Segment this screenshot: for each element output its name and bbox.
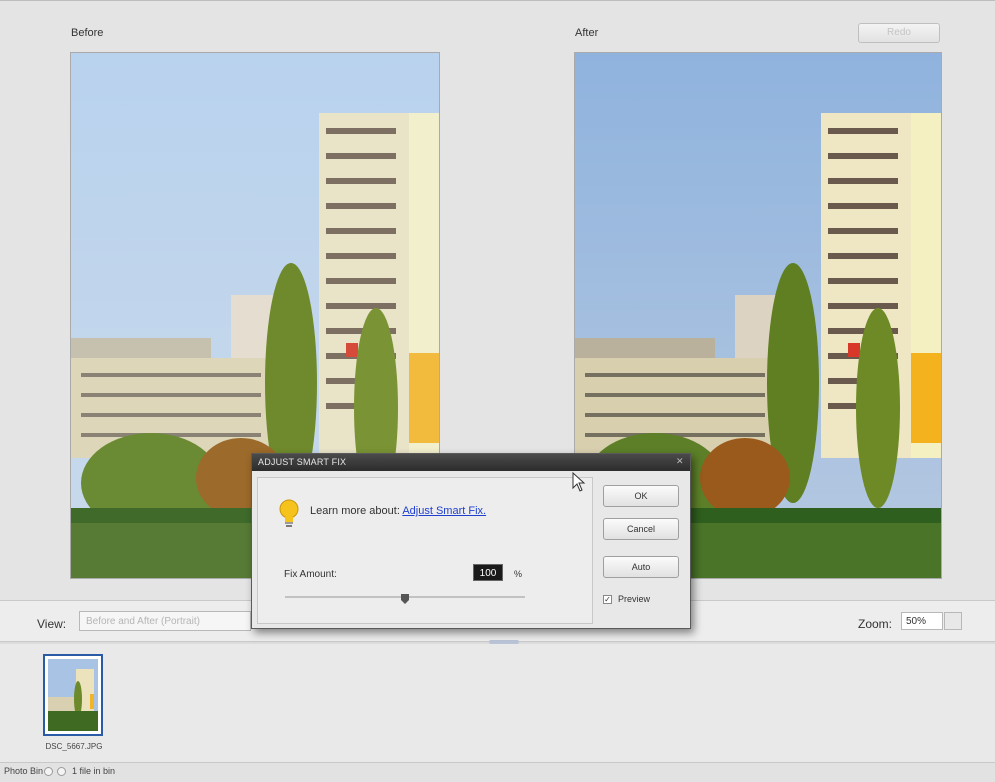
dialog-content-panel [257,477,593,624]
photo-bin-label: Photo Bin [4,766,44,776]
cancel-button[interactable]: Cancel [603,518,679,540]
fix-amount-label: Fix Amount: [284,569,337,580]
preview-label: Preview [618,594,651,604]
before-label: Before [71,27,104,39]
ok-button[interactable]: OK [603,485,679,507]
adjust-smart-fix-link[interactable]: Adjust Smart Fix. [402,505,486,517]
status-bar [0,763,995,782]
fix-amount-input[interactable]: 100 [473,564,503,581]
view-select[interactable]: Before and After (Portrait) [79,611,251,631]
auto-button[interactable]: Auto [603,556,679,578]
adjust-smart-fix-dialog: ADJUST SMART FIX ✕ Learn more about: Adj… [251,453,691,629]
zoom-stepper[interactable] [944,612,962,630]
photo-thumbnail[interactable] [43,654,103,736]
bin-option-radio-2[interactable] [57,767,66,776]
file-count: 1 file in bin [72,766,116,776]
fix-amount-unit: % [514,569,523,579]
bin-option-radio-1[interactable] [44,767,53,776]
mouse-cursor-icon [572,471,586,497]
dialog-title: ADJUST SMART FIX [258,457,347,467]
after-label: After [575,27,599,39]
zoom-label: Zoom: [858,617,893,631]
thumbnail-filename: DSC_5667.JPG [45,742,103,751]
view-label: View: [37,617,67,631]
preview-checkbox[interactable]: ✓ [603,595,612,604]
lightbulb-icon [278,499,300,534]
slider-thumb[interactable] [401,591,409,604]
zoom-input[interactable]: 50% [901,612,943,630]
learn-more-text: Learn more about: Adjust Smart Fix. [310,505,486,517]
photo-bin [0,644,995,763]
redo-button[interactable]: Redo [858,23,940,43]
close-icon[interactable]: ✕ [676,457,685,466]
learn-more-prefix: Learn more about: [310,505,400,517]
